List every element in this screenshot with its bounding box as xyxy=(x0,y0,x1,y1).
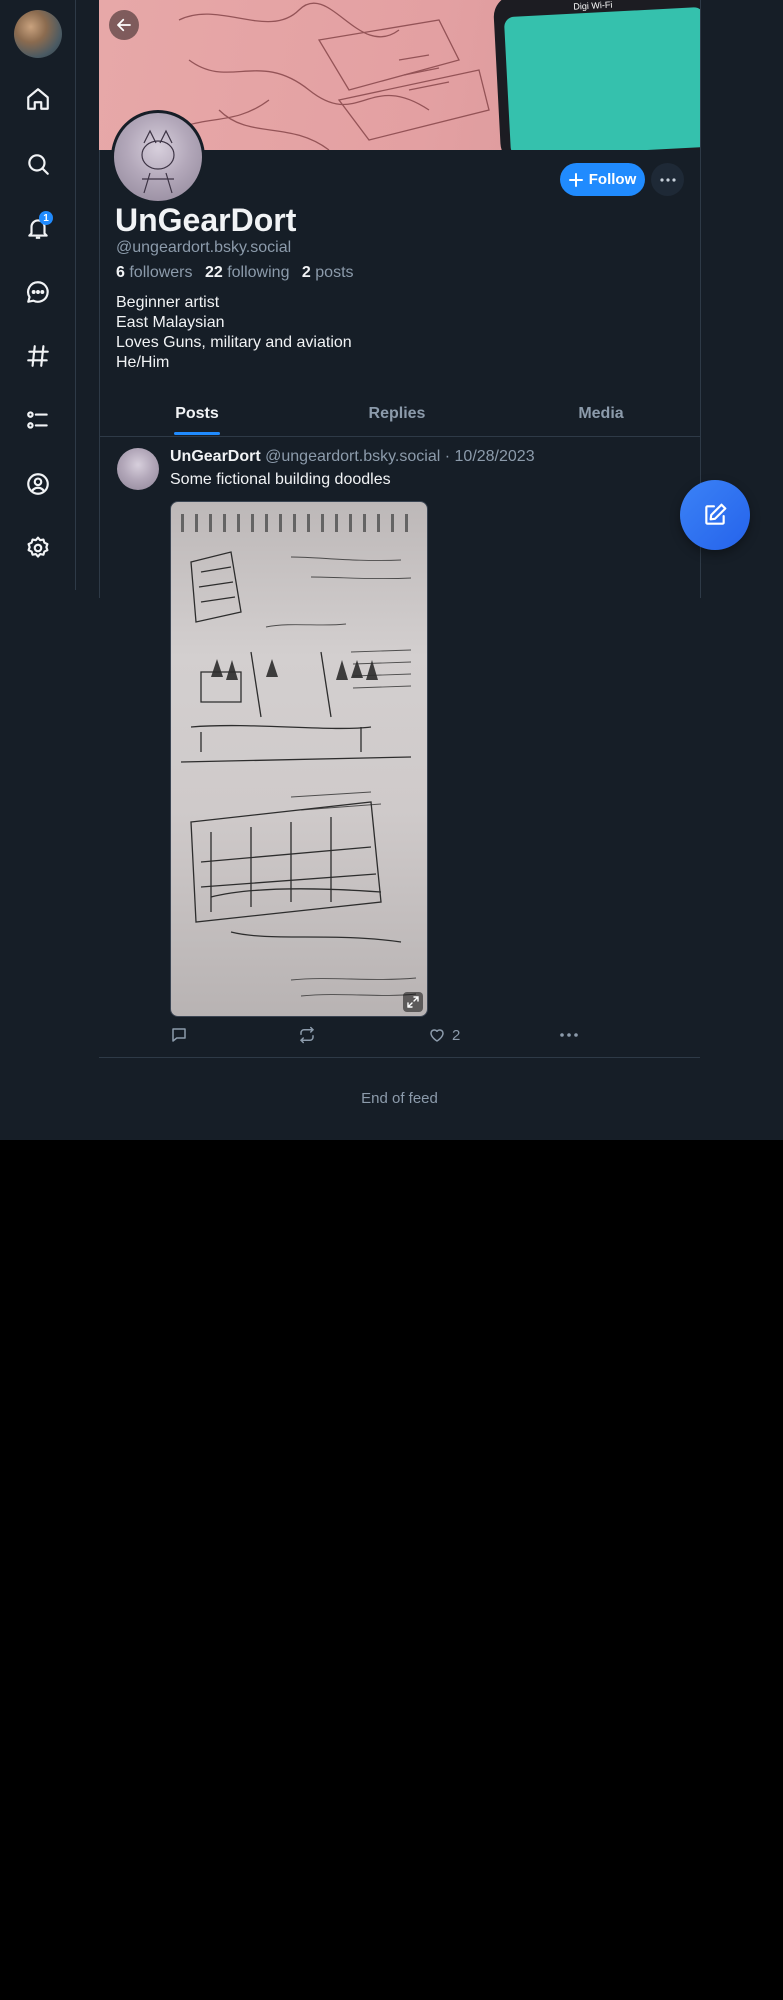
active-tab-indicator xyxy=(174,432,220,435)
back-button[interactable] xyxy=(109,10,139,40)
profile-icon[interactable] xyxy=(18,464,58,504)
end-of-feed-label: End of feed xyxy=(361,1090,438,1107)
following-stat[interactable]: 22 following xyxy=(205,264,290,281)
banner-phone: Digi Wi-Fi xyxy=(492,0,700,150)
like-button[interactable]: 2 xyxy=(428,1025,460,1045)
tab-posts[interactable]: Posts xyxy=(144,392,250,436)
bio-line: Beginner artist xyxy=(116,294,220,311)
main-column: Digi Wi-Fi Follow UnGearDort @ungeardort… xyxy=(99,0,701,1140)
post-author-avatar[interactable] xyxy=(117,448,159,490)
followers-stat[interactable]: 6 followers xyxy=(116,264,193,281)
arrow-left-icon xyxy=(117,18,131,32)
home-icon[interactable] xyxy=(18,79,58,119)
follow-label: Follow xyxy=(588,171,637,188)
post-more-button[interactable] xyxy=(560,1025,578,1045)
compose-icon xyxy=(705,503,727,525)
plus-icon xyxy=(568,172,583,187)
notification-badge: 1 xyxy=(39,211,53,225)
hashtag-icon[interactable] xyxy=(18,336,58,376)
tab-replies[interactable]: Replies xyxy=(344,392,450,436)
post-header: UnGearDort @ungeardort.bsky.social · 10/… xyxy=(170,448,535,466)
followers-label: followers xyxy=(129,264,193,281)
bell-icon[interactable]: 1 xyxy=(18,208,58,248)
chat-icon[interactable] xyxy=(18,272,58,312)
followers-count: 6 xyxy=(116,264,125,281)
posts-count: 2 xyxy=(301,264,311,281)
profile-more-button[interactable] xyxy=(651,163,684,196)
posts-label: posts xyxy=(315,264,354,281)
ellipsis-icon xyxy=(659,177,676,182)
post-image[interactable] xyxy=(170,501,428,1017)
following-count: 22 xyxy=(204,264,223,281)
phone-status-text: Digi Wi-Fi xyxy=(573,0,613,12)
current-user-avatar[interactable] xyxy=(14,10,62,58)
profile-handle: @ungeardort.bsky.social xyxy=(116,239,292,256)
reply-button[interactable] xyxy=(170,1025,188,1045)
expand-image-button[interactable] xyxy=(403,992,423,1012)
posts-stat: 2 posts xyxy=(302,264,354,281)
profile-bio: Beginner artist East Malaysian Loves Gun… xyxy=(116,293,352,373)
expand-icon xyxy=(407,996,419,1008)
left-nav-rail: 1 xyxy=(0,0,76,590)
profile-avatar[interactable] xyxy=(111,110,205,204)
heart-icon xyxy=(430,1029,444,1042)
gear-icon[interactable] xyxy=(18,528,58,568)
profile-stats: 6 followers 22 following 2 posts xyxy=(116,264,354,282)
search-icon[interactable] xyxy=(18,144,58,184)
post-actions: 2 xyxy=(170,1025,670,1045)
app: 1 Digi Wi-Fi Follow UnGearDort @ungeardo… xyxy=(0,0,783,1140)
bio-line: Loves Guns, military and aviation xyxy=(116,334,352,351)
notebook-doodle-image xyxy=(180,514,417,997)
reply-icon xyxy=(172,1028,186,1042)
avatar-sketch xyxy=(141,129,175,194)
post-author-name[interactable]: UnGearDort xyxy=(170,448,261,465)
tab-media[interactable]: Media xyxy=(548,392,654,436)
ellipsis-icon xyxy=(560,1033,578,1037)
compose-button[interactable] xyxy=(680,480,750,550)
following-label: following xyxy=(227,264,290,281)
like-count: 2 xyxy=(452,1026,461,1044)
post-date[interactable]: 10/28/2023 xyxy=(455,448,535,465)
repost-button[interactable] xyxy=(298,1025,316,1045)
phone-screen xyxy=(503,6,700,150)
post-separator: · xyxy=(444,448,451,465)
feed-divider xyxy=(99,1057,700,1058)
profile-display-name: UnGearDort xyxy=(115,202,297,238)
repost-icon xyxy=(300,1026,314,1044)
bio-line: He/Him xyxy=(116,354,170,371)
follow-button[interactable]: Follow xyxy=(560,163,645,196)
profile-tabs: Posts Replies Media xyxy=(99,392,700,437)
bio-line: East Malaysian xyxy=(116,314,225,331)
post-text: Some fictional building doodles xyxy=(170,471,391,488)
post-author-handle[interactable]: @ungeardort.bsky.social xyxy=(265,448,440,465)
list-icon[interactable] xyxy=(18,400,58,440)
